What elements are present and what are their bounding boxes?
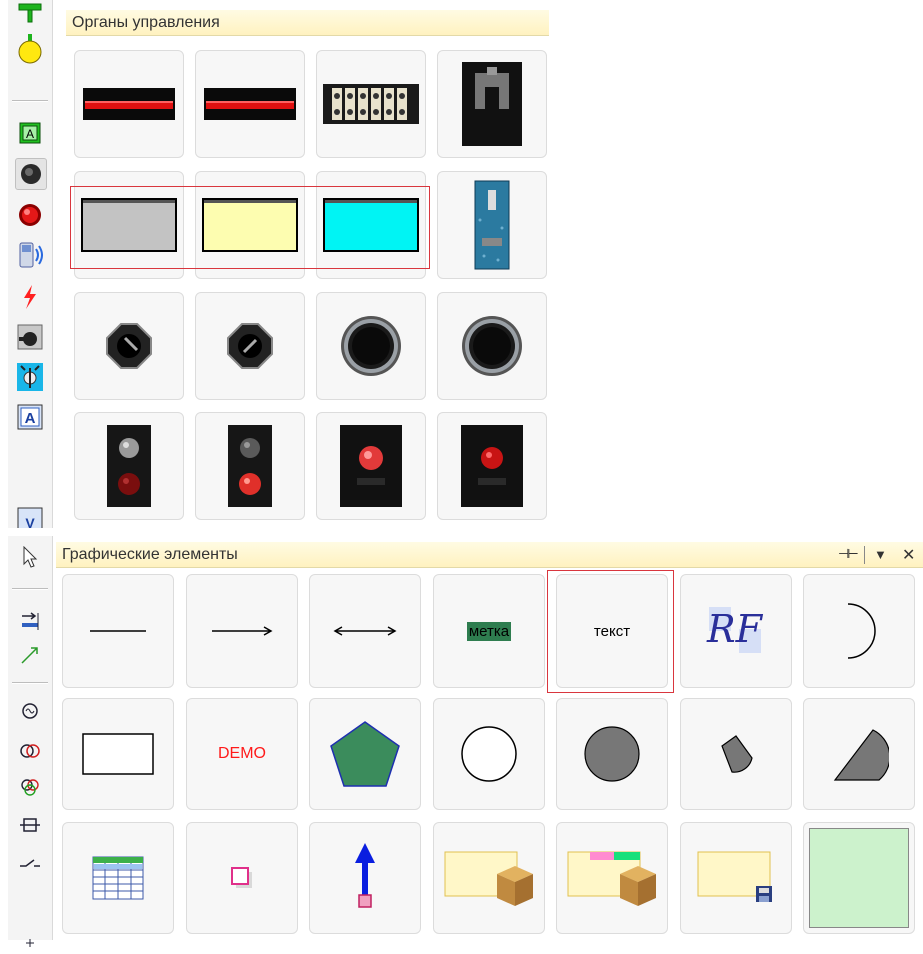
text-tile[interactable]: текст	[556, 574, 668, 688]
rect-cyan[interactable]	[316, 171, 426, 279]
terminal-block[interactable]	[316, 50, 426, 158]
small-square-tile[interactable]	[186, 822, 298, 934]
header-separator	[864, 546, 865, 564]
logo-image-tile[interactable]: RF	[680, 574, 792, 688]
light-green-rect-tile[interactable]	[803, 822, 915, 934]
green-a-indicator-icon[interactable]: A	[15, 118, 45, 148]
sidebar-separator	[12, 100, 48, 102]
single-lamp-panel-1[interactable]	[316, 412, 426, 520]
pin-icon[interactable]: ⊣⊢	[838, 546, 859, 562]
two-circles-icon[interactable]	[15, 734, 45, 764]
filled-circle-tile[interactable]	[556, 698, 668, 810]
dropdown-arrow-icon[interactable]: ▼	[874, 547, 887, 562]
box-line-icon[interactable]	[15, 810, 45, 840]
svg-text:A: A	[25, 410, 36, 427]
pointer-icon[interactable]	[15, 542, 45, 572]
round-button-1[interactable]	[316, 292, 426, 400]
logo-text: RF	[707, 607, 762, 651]
half-circle-tile[interactable]	[803, 698, 915, 810]
octagon-knob-1[interactable]	[74, 292, 184, 400]
align-icon[interactable]	[15, 606, 45, 636]
three-circles-icon[interactable]	[15, 772, 45, 802]
two-lamp-panel-2[interactable]	[195, 412, 305, 520]
red-button-icon[interactable]	[15, 200, 45, 230]
rectangle-tile[interactable]	[62, 698, 174, 810]
table-tile[interactable]	[62, 822, 174, 934]
rect-gray[interactable]	[74, 171, 184, 279]
double-arrow-tile[interactable]	[309, 574, 421, 688]
controls-panel-header: Органы управления	[66, 10, 549, 36]
green-connector-icon[interactable]	[15, 0, 45, 30]
close-icon[interactable]: ✕	[902, 545, 915, 565]
sidebar-separator	[12, 682, 48, 684]
package-frame-tile[interactable]	[433, 822, 545, 934]
sidebar-separator	[12, 588, 48, 590]
toggle-switch-black[interactable]	[437, 50, 547, 158]
round-button-2[interactable]	[437, 292, 547, 400]
black-button-icon[interactable]	[15, 158, 47, 190]
up-arrow-tile[interactable]	[309, 822, 421, 934]
single-lamp-panel-2[interactable]	[437, 412, 547, 520]
line-tile[interactable]	[62, 574, 174, 688]
arrow-tile[interactable]	[186, 574, 298, 688]
package-frame-color-tile[interactable]	[556, 822, 668, 934]
graphics-panel-title: Графические элементы	[62, 546, 238, 563]
rotary-switch-icon[interactable]	[15, 322, 45, 352]
arc-tile[interactable]	[803, 574, 915, 688]
key-switch-icon[interactable]	[15, 362, 45, 392]
demo-text: DEMO	[218, 745, 266, 762]
light-green-rect	[809, 828, 909, 928]
a-text-icon[interactable]: A	[15, 402, 45, 432]
save-frame-tile[interactable]	[680, 822, 792, 934]
plus-small-icon[interactable]	[15, 924, 45, 954]
label-tile[interactable]: метка	[433, 574, 545, 688]
graphics-panel-header: Графические элементы	[56, 542, 923, 568]
circle-symbol-icon[interactable]	[15, 696, 45, 726]
segment-shape-tile[interactable]	[680, 698, 792, 810]
rf-logo: RF	[701, 601, 771, 661]
switch-line-icon[interactable]	[15, 848, 45, 878]
lightning-icon[interactable]	[15, 282, 45, 312]
line-arrow-icon[interactable]	[15, 640, 45, 670]
yellow-bulb-icon[interactable]	[15, 34, 45, 64]
demo-text-tile[interactable]: DEMO	[186, 698, 298, 810]
controls-panel-title: Органы управления	[72, 14, 220, 31]
circle-tile[interactable]	[433, 698, 545, 810]
octagon-knob-2[interactable]	[195, 292, 305, 400]
vertical-switch-blue[interactable]	[437, 171, 547, 279]
svg-text:A: A	[26, 127, 34, 141]
phone-signal-icon[interactable]	[15, 240, 45, 270]
label-tile-text: метка	[466, 621, 512, 641]
rect-yellow[interactable]	[195, 171, 305, 279]
two-lamp-panel-1[interactable]	[74, 412, 184, 520]
controls-sidebar: A A V	[8, 0, 53, 528]
horizontal-indicator-red-1[interactable]	[74, 50, 184, 158]
v-text-icon[interactable]: V	[15, 500, 45, 530]
pentagon-tile[interactable]	[309, 698, 421, 810]
graphics-sidebar	[8, 536, 53, 947]
text-tile-text: текст	[593, 622, 631, 640]
svg-text:V: V	[25, 515, 35, 528]
horizontal-indicator-red-2[interactable]	[195, 50, 305, 158]
